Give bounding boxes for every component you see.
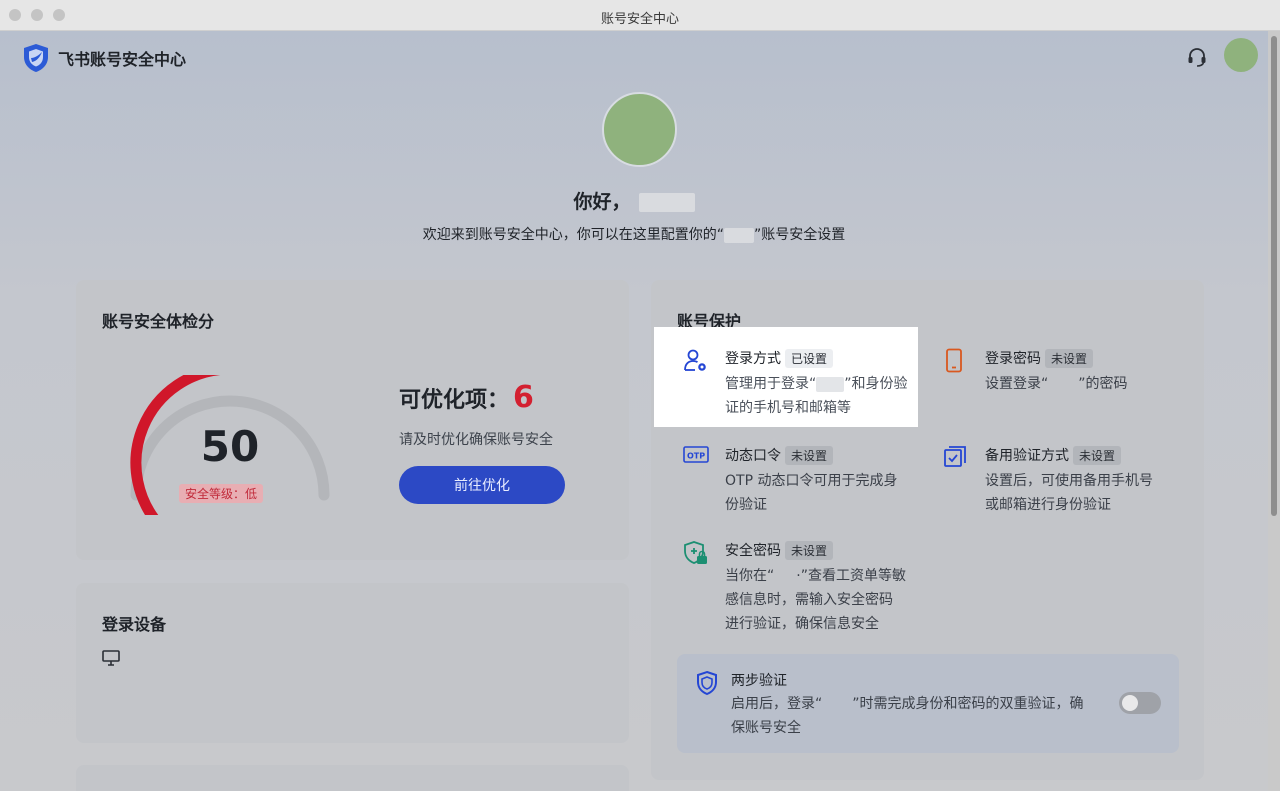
checkbox-icon	[944, 446, 966, 467]
spotlight-highlight: 登录方式 已设置 管理用于登录“ ”和身份验证的手机号和邮箱等	[654, 327, 918, 427]
headset-icon[interactable]	[1186, 46, 1208, 68]
desc-part: ·”查看工资单等敏	[796, 568, 906, 584]
status-badge: 未设置	[785, 540, 834, 560]
desc-part: OTP 动态口令可用于完成身	[725, 473, 898, 489]
status-badge: 未设置	[1045, 348, 1094, 368]
optimizable-count: 6	[513, 380, 534, 415]
scrollbar-thumb[interactable]	[1271, 36, 1277, 516]
optimize-button[interactable]: 前往优化	[399, 466, 565, 504]
status-badge: 未设置	[1073, 445, 1122, 465]
welcome-prefix: 欢迎来到账号安全中心，你可以在这里配置你的“	[422, 227, 724, 243]
status-badge: 已设置	[785, 348, 834, 368]
user-gear-icon	[684, 349, 706, 371]
toggle-knob	[1122, 695, 1138, 711]
redacted-app-name	[724, 227, 754, 243]
item-name: 备用验证方式	[985, 448, 1069, 464]
item-desc: OTP 动态口令可用于完成身 份验证	[725, 469, 897, 517]
desc-part: ”和身份验	[844, 376, 908, 392]
item-head: 动态口令 未设置	[725, 445, 834, 465]
item-name: 登录方式	[725, 351, 781, 367]
item-desc: 管理用于登录“ ”和身份验证的手机号和邮箱等	[725, 372, 908, 420]
item-name: 登录密码	[985, 351, 1041, 367]
login-devices-card: 登录设备	[76, 583, 629, 743]
score-card-title: 账号安全体检分	[102, 312, 215, 331]
desc-part: 管理用于登录“	[725, 376, 817, 392]
page: 飞书账号安全中心 你好， 欢迎来到账号安全中心，你可以在这里配置你的“ ”账号安全…	[0, 31, 1268, 791]
phone-icon	[946, 348, 962, 373]
security-score-card: 账号安全体检分 50 安全等级：低 可优化项： 6 请及时优化确保账号安全 前往优…	[76, 280, 629, 560]
redacted-app-name	[816, 376, 845, 392]
account-protection-card: 账号保护 登录方式 已设置 管理用于登录“ ”和身份验 证的手机号和邮箱等 登录…	[651, 280, 1204, 780]
desc-part: 进行验证，确保信息安全	[725, 616, 879, 632]
greeting-text: 你好，	[573, 191, 631, 213]
item-name: 动态口令	[725, 448, 781, 464]
two-step-title: 两步验证	[731, 673, 787, 689]
otp-item[interactable]: OTP 动态口令 未设置 OTP 动态口令可用于完成身 份验证	[683, 445, 913, 515]
welcome-suffix: ”账号安全设置	[754, 227, 846, 243]
desc-part: 设置后，可使用备用手机号	[985, 473, 1153, 489]
brand: 飞书账号安全中心	[22, 43, 186, 73]
item-desc: 当你在“ ·”查看工资单等敏感信息时，需输入安全密码 进行验证，确保信息安全	[725, 564, 906, 636]
security-score: 50	[200, 422, 260, 471]
optimizable-items: 可优化项： 6	[399, 380, 534, 415]
item-head: 登录方式 已设置	[725, 348, 834, 368]
profile-avatar	[602, 92, 677, 167]
desc-part: 启用后，登录“	[731, 696, 823, 712]
desc-part: 设置登录“	[985, 376, 1049, 392]
item-name: 安全密码	[725, 543, 781, 559]
desc-part: 份验证	[725, 497, 767, 513]
login-password-item[interactable]: 登录密码 未设置 设置登录“ ”的密码	[943, 348, 1173, 402]
window-title: 账号安全中心	[600, 12, 679, 27]
security-level-badge: 安全等级：低	[179, 484, 264, 503]
item-head: 安全密码 未设置	[725, 540, 834, 560]
brand-name: 飞书账号安全中心	[58, 50, 187, 69]
status-badge: 未设置	[785, 445, 834, 465]
shield-lock-icon	[684, 541, 707, 564]
devices-card-title: 登录设备	[102, 615, 167, 634]
optimize-hint: 请及时优化确保账号安全	[399, 432, 553, 448]
otp-icon-text: OTP	[687, 452, 705, 461]
item-desc: 设置后，可使用备用手机号 或邮箱进行身份验证	[985, 469, 1153, 517]
user-avatar[interactable]	[1224, 38, 1258, 72]
two-step-toggle[interactable]	[1119, 692, 1161, 714]
two-step-verification: 两步验证 启用后，登录“ ”时需完成身份和密码的双重验证，确保账号安全	[677, 654, 1179, 753]
desc-part: ”的密码	[1078, 376, 1128, 392]
item-head: 登录密码 未设置	[985, 348, 1094, 368]
shield-icon	[697, 670, 717, 696]
login-method-item[interactable]: 登录方式 已设置 管理用于登录“ ”和身份验证的手机号和邮箱等	[683, 348, 913, 422]
greeting: 你好，	[0, 187, 1268, 214]
item-desc: 设置登录“ ”的密码	[985, 372, 1128, 396]
monitor-icon	[102, 650, 120, 666]
welcome-text: 欢迎来到账号安全中心，你可以在这里配置你的“ ”账号安全设置	[0, 224, 1268, 244]
desc-part: 感信息时，需输入安全密码	[725, 592, 893, 608]
item-head: 备用验证方式 未设置	[985, 445, 1122, 465]
desc-part: 保账号安全	[731, 720, 801, 736]
two-step-desc: 启用后，登录“ ”时需完成身份和密码的双重验证，确保账号安全	[731, 692, 1111, 740]
additional-card	[76, 765, 629, 791]
desc-part: 或邮箱进行身份验证	[985, 497, 1111, 513]
desc-part: ”时需完成身份和密码的双重验证，确	[852, 696, 1084, 712]
redacted-username	[638, 193, 695, 212]
security-password-item[interactable]: 安全密码 未设置 当你在“ ·”查看工资单等敏感信息时，需输入安全密码 进行验证，确…	[683, 540, 913, 640]
otp-icon: OTP	[683, 446, 709, 463]
desc-part: 当你在“	[725, 568, 775, 584]
shield-logo-icon	[24, 44, 48, 72]
optimizable-label: 可优化项：	[399, 388, 510, 413]
window-titlebar: 账号安全中心	[0, 0, 1280, 31]
backup-verification-item[interactable]: 备用验证方式 未设置 设置后，可使用备用手机号 或邮箱进行身份验证	[943, 445, 1173, 515]
desc-part: 证的手机号和邮箱等	[725, 400, 851, 416]
